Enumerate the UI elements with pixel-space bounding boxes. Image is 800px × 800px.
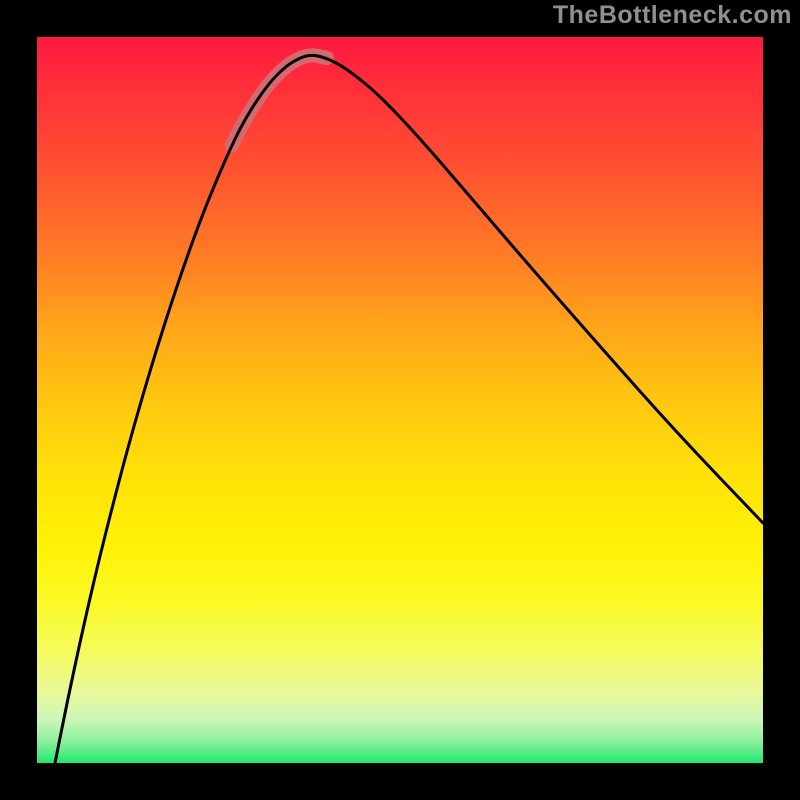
plot-area [37, 37, 763, 763]
curve-svg [37, 37, 763, 763]
curve-highlight [232, 55, 327, 145]
bottleneck-curve [55, 55, 763, 763]
watermark-text: TheBottleneck.com [553, 0, 792, 30]
chart-frame: TheBottleneck.com [0, 0, 800, 800]
